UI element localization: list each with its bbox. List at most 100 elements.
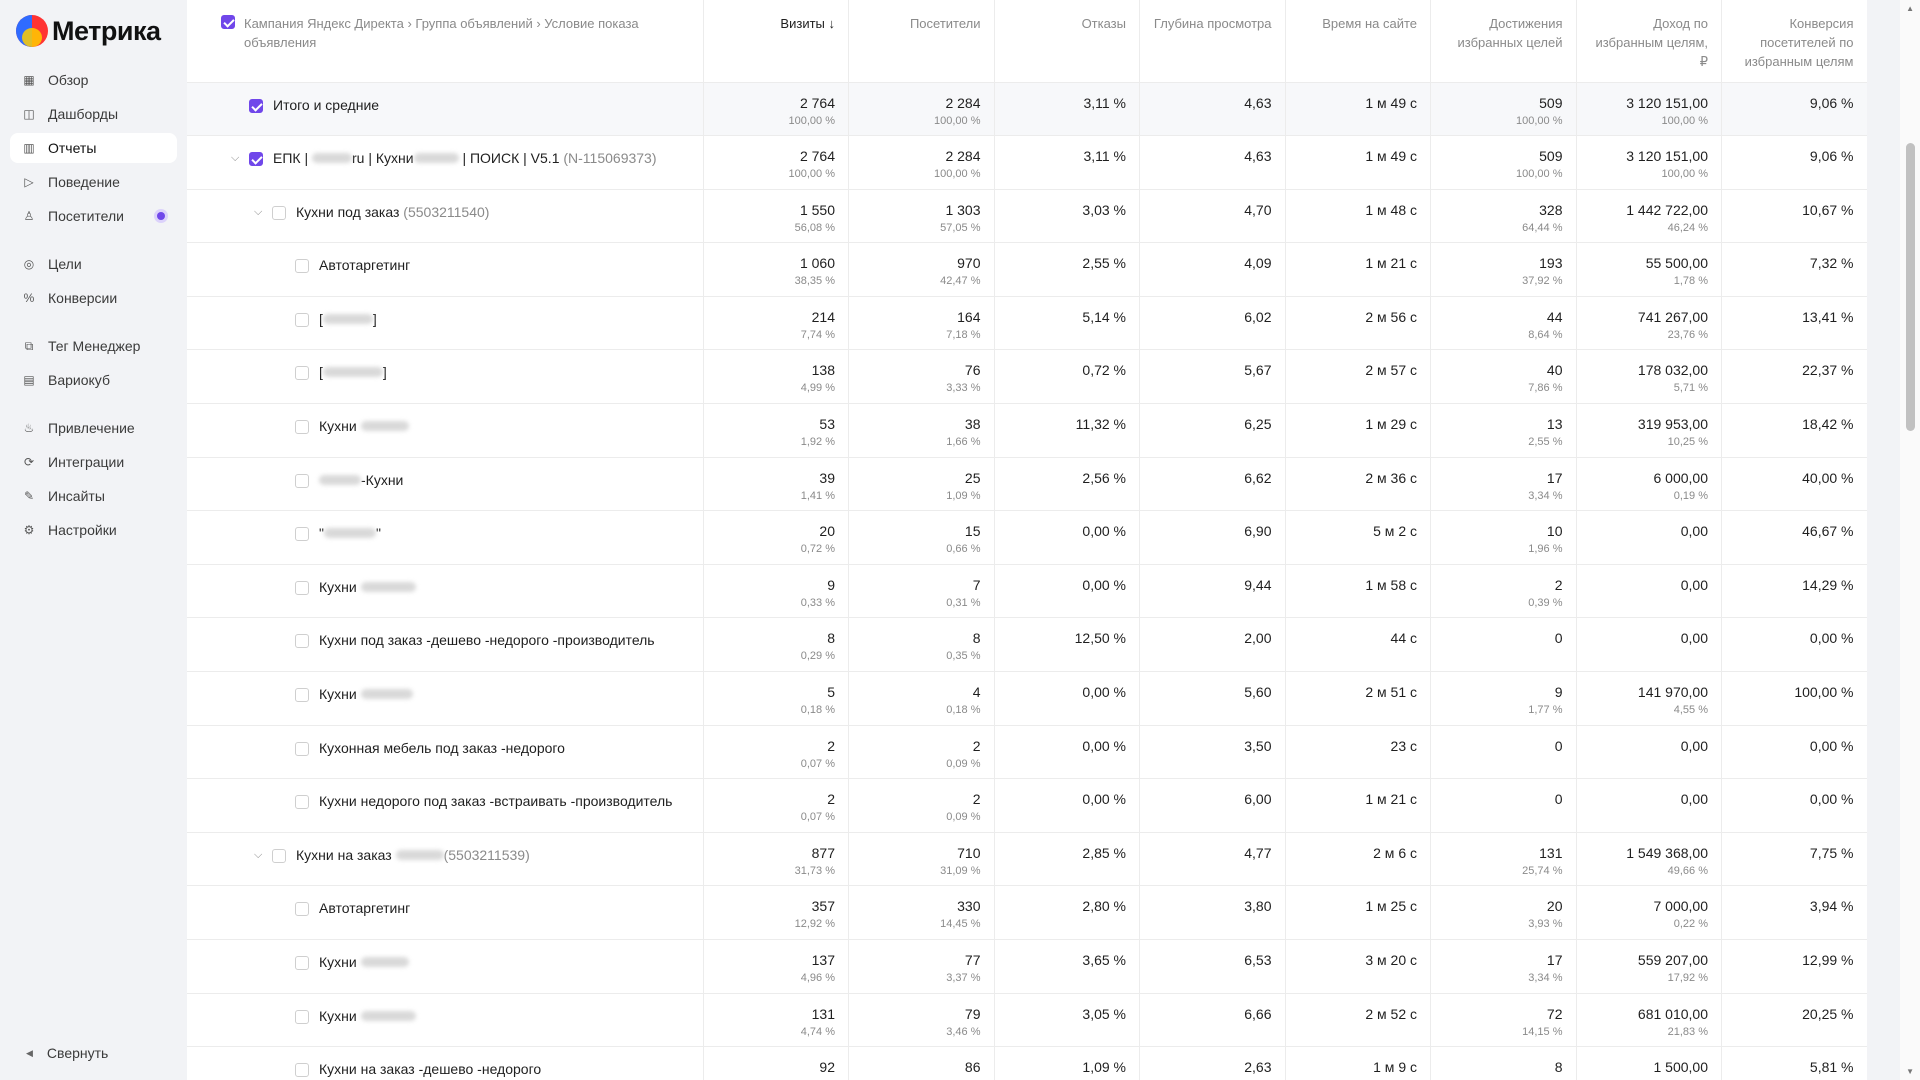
table-row[interactable]: Автотаргетинг 357 12,92 % 330 14,45 % 2,80 % 3…: [187, 885, 1867, 940]
row-checkbox[interactable]: [295, 688, 309, 703]
row-checkbox[interactable]: [249, 152, 263, 167]
cell-value: 7,75 %: [1809, 844, 1854, 861]
row-checkbox[interactable]: [295, 527, 309, 542]
scrollbar[interactable]: ▲ ▼: [1900, 0, 1920, 1080]
chevron-down-icon[interactable]: ⌵: [254, 849, 262, 862]
cell-value: 9: [827, 576, 835, 593]
nav-item-insights[interactable]: ✎ Инсайты: [10, 481, 177, 511]
table-row[interactable]: [] 214 7,74 % 164 7,18 % 5,14 % 6,02 2 м 56 с 44…: [187, 296, 1867, 351]
nav-item-tag-manager[interactable]: ⧉ Тег Менеджер: [10, 331, 177, 361]
header-conversion[interactable]: Конверсия посетителей по избранным целям: [1721, 0, 1867, 83]
row-name-part: ": [375, 525, 381, 542]
cell-revenue: 0,00: [1576, 778, 1722, 833]
cell-conversion: 18,42 %: [1721, 403, 1867, 458]
row-checkbox[interactable]: [295, 741, 309, 756]
cell-conversion: 20,25 %: [1721, 993, 1867, 1048]
table-row[interactable]: Кухонная мебель под заказ -недорого 2 0,07…: [187, 725, 1867, 780]
table-row[interactable]: ⌵ ЕПК | ru | Кухни | ПОИСК | V5.1 (N-1150…: [187, 135, 1867, 190]
chevron-down-icon[interactable]: ⌵: [231, 152, 239, 165]
row-checkbox[interactable]: [272, 848, 286, 863]
header-bounce[interactable]: Отказы: [994, 0, 1140, 83]
row-checkbox[interactable]: [249, 98, 263, 113]
row-checkbox[interactable]: [295, 259, 309, 274]
cell-visitors: 79 3,46 %: [848, 993, 995, 1048]
table-row[interactable]: ⌵ Кухни под заказ (5503211540) 1 550 56,08 …: [187, 189, 1867, 244]
totals-row[interactable]: Итого и средние 2 764 100,00 % 2 284 100,00 …: [187, 82, 1867, 137]
table-row[interactable]: Кухни 5 0,18 % 4 0,18 % 0,00 % 5,60 2 м 51 с91…: [187, 671, 1867, 726]
header-visits[interactable]: Визиты ↓: [703, 0, 849, 83]
nav-item-reports[interactable]: ▥ Отчеты: [10, 133, 177, 163]
redacted-text: [360, 421, 409, 432]
nav-item-settings[interactable]: ⚙ Настройки: [10, 515, 177, 545]
header-depth[interactable]: Глубина просмотра: [1139, 0, 1286, 83]
cell-value: 1 м 9 с: [1373, 1059, 1417, 1076]
collapse-sidebar-button[interactable]: ◀ Свернуть: [26, 1045, 108, 1061]
table-row[interactable]: ⌵ Кухни на заказ (5503211539) 877 31,73 % 71…: [187, 832, 1867, 887]
row-checkbox[interactable]: [295, 366, 309, 381]
table-row[interactable]: Кухни 137 4,96 % 77 3,37 % 3,65 % 6,53 3 м 20 …: [187, 939, 1867, 994]
select-all-checkbox[interactable]: [221, 15, 235, 29]
row-checkbox[interactable]: [295, 1063, 309, 1078]
cell-value: 4,63: [1244, 148, 1272, 165]
cell-visits: 2 0,07 %: [703, 778, 849, 833]
header-goals[interactable]: Достижения избранных целей: [1430, 0, 1577, 83]
chevron-down-icon[interactable]: ⌵: [254, 206, 262, 219]
nav-item-dashboards[interactable]: ◫ Дашборды: [10, 99, 177, 129]
header-visitors[interactable]: Посетители: [848, 0, 995, 83]
cell-conversion: 5,81 %: [1721, 1046, 1867, 1080]
nav-item-variocube[interactable]: ▤ Вариокуб: [10, 365, 177, 395]
table-row[interactable]: Кухни 131 4,74 % 79 3,46 % 3,05 % 6,66 2 м 52 …: [187, 993, 1867, 1048]
nav-item-goals[interactable]: ◎ Цели: [10, 249, 177, 279]
cell-time: 2 м 36 с: [1285, 457, 1431, 512]
nav-item-integrations[interactable]: ⟳ Интеграции: [10, 447, 177, 477]
cell-value: 79: [964, 1005, 981, 1022]
cell-value: 509: [1539, 148, 1563, 165]
cell-visitors: 970 42,47 %: [848, 242, 995, 297]
table-row[interactable]: " " 20 0,72 % 15 0,66 % 0,00 % 6,90 5 м 2 с 10 1,9…: [187, 510, 1867, 565]
cell-value: 77: [964, 952, 981, 968]
cell-depth: 4,77: [1139, 832, 1286, 887]
cell-visitors: 2 0,09 %: [848, 725, 995, 780]
table-row[interactable]: Автотаргетинг 1 060 38,35 % 970 42,47 % 2,55 …: [187, 242, 1867, 297]
scrollbar-thumb[interactable]: [1906, 143, 1915, 431]
row-checkbox[interactable]: [295, 420, 309, 435]
cell-visitors: 76 3,33 %: [848, 349, 995, 405]
nav-item-overview[interactable]: ▦ Обзор: [10, 65, 177, 95]
nav-item-label: Посетители: [48, 208, 124, 224]
cell-share: 12,92 %: [794, 918, 835, 931]
table-row[interactable]: Кухни на заказ -дешево -недорого 92 86 1,09…: [187, 1046, 1867, 1080]
cell-value: 2,63: [1244, 1059, 1272, 1076]
row-name-cell: ⌵ ЕПК | ru | Кухни | ПОИСК | V5.1 (N-1150…: [187, 135, 704, 190]
row-checkbox[interactable]: [272, 205, 286, 220]
row-checkbox[interactable]: [295, 312, 309, 327]
row-checkbox[interactable]: [295, 1009, 309, 1024]
row-checkbox[interactable]: [295, 634, 309, 649]
cell-value: 193: [1539, 255, 1563, 272]
nav-item-conversions[interactable]: % Конверсии: [10, 283, 177, 313]
cell-value: 2 м 6 с: [1373, 844, 1417, 861]
cell-value: 509: [1539, 94, 1563, 111]
cell-visitors: 8 0,35 %: [848, 617, 995, 673]
table-row[interactable]: -Кухни 39 1,41 % 25 1,09 % 2,56 % 6,62 2 м 36 с…: [187, 457, 1867, 512]
nav-item-acquisition[interactable]: ♨ Привлечение: [10, 413, 177, 443]
row-checkbox[interactable]: [295, 902, 309, 917]
cell-value: 40,00 %: [1802, 469, 1854, 486]
row-checkbox[interactable]: [295, 956, 309, 970]
table-row[interactable]: Кухни 9 0,33 % 7 0,31 % 0,00 % 9,44 1 м 58 с 2 0…: [187, 564, 1867, 619]
logo[interactable]: Метрика: [16, 14, 161, 48]
table-row[interactable]: Кухни недорого под заказ -встраивать -пр…: [187, 778, 1867, 833]
table-row[interactable]: Кухни 53 1,92 % 38 1,66 % 11,32 % 6,25 1 м 29 …: [187, 403, 1867, 458]
header-dimensions[interactable]: Кампания Яндекс Директа › Группа объявле…: [187, 0, 704, 83]
header-revenue[interactable]: Доход по избранным целям, ₽: [1576, 0, 1722, 83]
scroll-down-icon[interactable]: ▼: [1906, 1067, 1914, 1076]
table-row[interactable]: [] 138 4,99 % 76 3,33 % 0,72 % 5,67 2 м 57 с 40 7…: [187, 349, 1867, 405]
scroll-up-icon[interactable]: ▲: [1906, 4, 1914, 13]
app-title: Метрика: [52, 15, 161, 46]
row-checkbox[interactable]: [295, 580, 309, 595]
row-checkbox[interactable]: [295, 795, 309, 810]
nav-item-visitors[interactable]: ♙ Посетители: [10, 201, 177, 231]
row-checkbox[interactable]: [295, 473, 309, 488]
table-row[interactable]: Кухни под заказ -дешево -недорого -произ…: [187, 617, 1867, 673]
nav-item-behavior[interactable]: ▷ Поведение: [10, 167, 177, 197]
header-time[interactable]: Время на сайте: [1285, 0, 1431, 83]
